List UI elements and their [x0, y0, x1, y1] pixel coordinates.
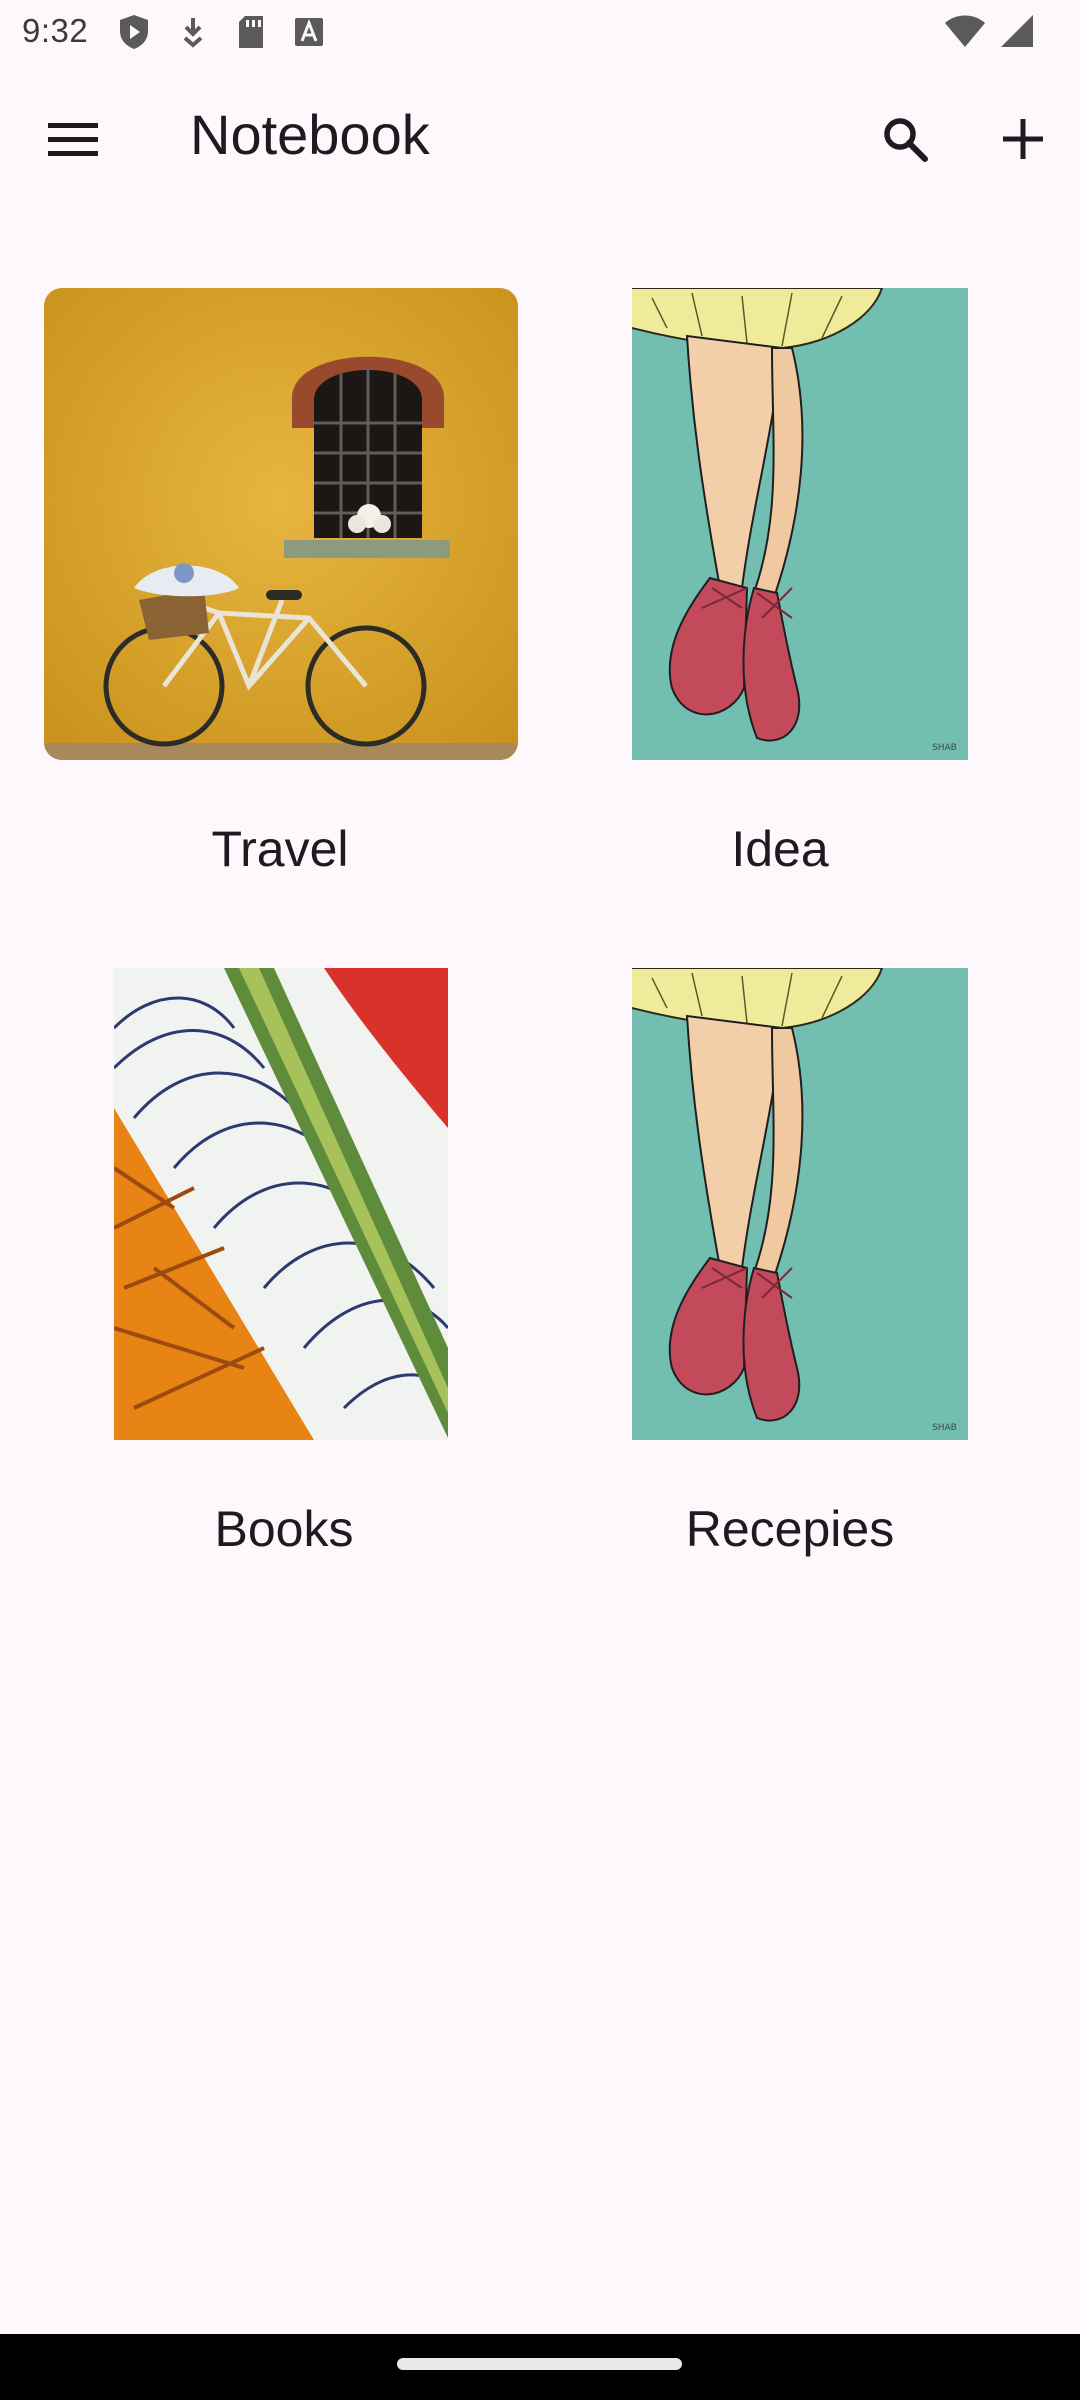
download-icon	[183, 18, 203, 48]
status-time: 9:32	[22, 12, 89, 49]
search-icon	[884, 118, 928, 162]
notebook-label: Idea	[731, 821, 829, 877]
add-notebook-button[interactable]	[984, 100, 1062, 178]
home-indicator[interactable]	[397, 2358, 682, 2370]
notebook-screen: 9:32 Notebook Travel SHAB Idea Books SHA…	[0, 0, 1080, 2400]
wifi-icon	[945, 15, 985, 47]
status-bar: 9:32	[0, 0, 1080, 62]
notebook-label: Recepies	[685, 1501, 895, 1557]
notebook-label: Travel	[211, 821, 349, 877]
signal-icon	[1001, 15, 1033, 47]
notebook-label: Books	[214, 1501, 354, 1557]
sd-card-icon	[239, 16, 263, 48]
notebook-cover-image	[114, 968, 448, 1440]
shield-icon	[120, 15, 148, 49]
app-bar: Notebook	[0, 72, 1080, 200]
page-title: Notebook	[190, 103, 430, 166]
menu-button[interactable]	[34, 100, 112, 178]
search-button[interactable]	[866, 100, 944, 178]
notebook-card-travel[interactable]: Travel	[0, 286, 560, 906]
notebook-cover-image: SHAB	[632, 288, 968, 760]
notebook-cover-image: SHAB	[632, 968, 968, 1440]
svg-text:SHAB: SHAB	[932, 743, 957, 753]
notebook-card-books[interactable]: Books	[0, 966, 560, 1586]
plus-icon	[1003, 119, 1043, 159]
navigation-bar	[0, 2334, 1080, 2400]
notebook-card-idea[interactable]: SHAB Idea	[560, 286, 1080, 906]
hamburger-menu-icon	[48, 123, 98, 156]
notebook-card-recepies[interactable]: SHAB Recepies	[560, 966, 1080, 1586]
svg-text:SHAB: SHAB	[932, 1423, 957, 1433]
notebook-cover-image	[44, 288, 518, 760]
font-icon	[295, 18, 323, 46]
